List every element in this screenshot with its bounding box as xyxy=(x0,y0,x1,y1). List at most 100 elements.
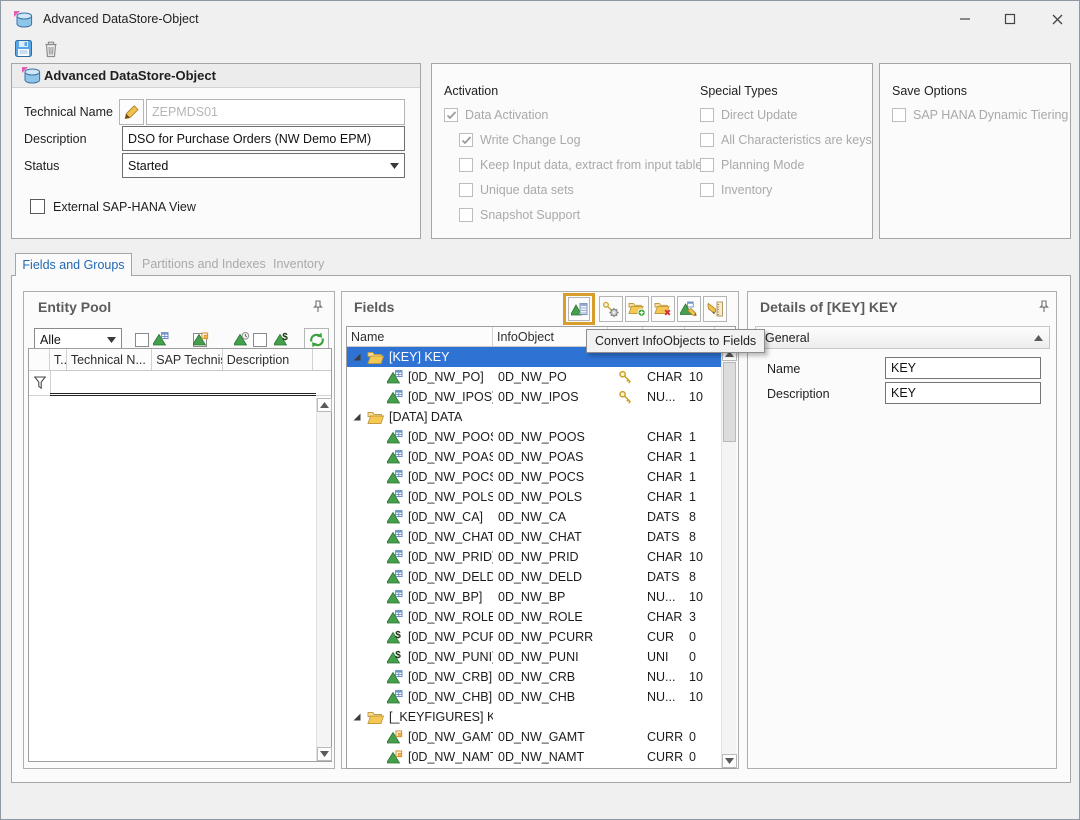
infoobject-cell: 0D_NW_CHAT xyxy=(493,527,608,547)
key-cell xyxy=(608,647,643,667)
infoobject-cell: 0D_NW_POAS xyxy=(493,447,608,467)
scrollbar-thumb[interactable] xyxy=(723,362,736,442)
filter-time-characteristics-checkbox[interactable] xyxy=(253,333,267,347)
svg-text:$: $ xyxy=(282,332,288,343)
length-cell xyxy=(685,767,715,768)
field-row[interactable]: [0D_NW_BP]0D_NW_BPNU...10 xyxy=(347,587,721,607)
fields-panel-title: Fields xyxy=(354,299,394,315)
scroll-down-button[interactable] xyxy=(722,754,737,768)
length-cell xyxy=(685,407,715,427)
entity-scrollbar[interactable] xyxy=(316,398,331,761)
detail-name-input[interactable] xyxy=(885,357,1041,379)
checkbox-label: Data Activation xyxy=(465,108,548,122)
field-row[interactable]: [0D_NW_CHAT]0D_NW_CHATDATS8 xyxy=(347,527,721,547)
refresh-icon xyxy=(308,332,326,348)
expander-icon[interactable] xyxy=(352,712,362,722)
description-input[interactable] xyxy=(122,126,405,151)
filter-characteristics-checkbox[interactable] xyxy=(135,333,149,347)
edit-field-button[interactable] xyxy=(703,296,727,322)
scroll-up-button[interactable] xyxy=(317,398,332,412)
field-row[interactable]: [0D_NW_NAMT]0D_NW_NAMTCURR0 xyxy=(347,747,721,767)
field-row[interactable] xyxy=(347,767,721,768)
edit-technical-name-button[interactable] xyxy=(119,99,144,125)
field-name: [0D_NW_PUNI] xyxy=(408,650,493,664)
infoobject-cell: 0D_NW_IPOS xyxy=(493,387,608,407)
field-row[interactable]: [0D_NW_POLS]0D_NW_POLSCHAR1 xyxy=(347,487,721,507)
datatype-cell: CUR xyxy=(643,627,685,647)
maximize-button[interactable] xyxy=(990,1,1030,37)
length-cell: 10 xyxy=(685,547,715,567)
field-row[interactable]: [0D_NW_ROLE]0D_NW_ROLECHAR3 xyxy=(347,607,721,627)
detail-description-input[interactable] xyxy=(885,382,1041,404)
field-name: [0D_NW_PO] xyxy=(408,370,484,384)
entity-col-description: Description xyxy=(223,349,313,370)
edit-ruler-icon xyxy=(707,301,724,317)
minimize-button[interactable] xyxy=(945,1,985,37)
checkbox-label: Unique data sets xyxy=(480,183,574,197)
field-row[interactable]: [0D_NW_DELD]0D_NW_DELDDATS8 xyxy=(347,567,721,587)
length-cell: 10 xyxy=(685,587,715,607)
infoobject-cell: 0D_NW_GAMT xyxy=(493,727,608,747)
key-cell xyxy=(608,627,643,647)
datatype-cell xyxy=(643,707,685,727)
key-figure-icon xyxy=(387,749,403,765)
edit-infoobject-button[interactable] xyxy=(677,296,701,322)
entity-col-end xyxy=(313,349,331,370)
tab-partitions-and-indexes[interactable]: Partitions and Indexes xyxy=(142,257,266,271)
delete-button[interactable] xyxy=(43,40,59,58)
key-settings-button[interactable] xyxy=(599,296,623,322)
pin-icon[interactable] xyxy=(312,300,324,313)
field-row[interactable]: $[0D_NW_PUNI]0D_NW_PUNIUNI0 xyxy=(347,647,721,667)
datatype-cell: NU... xyxy=(643,667,685,687)
special-types-options: Direct UpdateAll Characteristics are key… xyxy=(700,102,872,202)
tab-fields-and-groups[interactable]: Fields and Groups xyxy=(15,253,132,276)
pin-icon[interactable] xyxy=(1038,300,1050,313)
fields-scrollbar[interactable] xyxy=(721,347,736,768)
checkbox-label: Write Change Log xyxy=(480,133,581,147)
tab-inventory[interactable]: Inventory xyxy=(273,257,324,271)
fields-table: Name InfoObject [KEY] KEY[0D_NW_PO]0D_NW… xyxy=(346,326,736,769)
field-row[interactable]: [0D_NW_POAS]0D_NW_POASCHAR1 xyxy=(347,447,721,467)
characteristic-icon xyxy=(387,569,403,585)
field-row[interactable]: [0D_NW_CRB]0D_NW_CRBNU...10 xyxy=(347,667,721,687)
checkbox-option: Inventory xyxy=(700,177,872,202)
checkbox-option: All Characteristics are keys xyxy=(700,127,872,152)
save-options-group: Save Options SAP HANA Dynamic Tiering xyxy=(879,63,1071,239)
datatype-cell: NU... xyxy=(643,687,685,707)
window-title: Advanced DataStore-Object xyxy=(43,12,199,26)
field-row[interactable]: [0D_NW_GAMT]0D_NW_GAMTCURR0 xyxy=(347,727,721,747)
field-row[interactable]: [0D_NW_CHB]0D_NW_CHBNU...10 xyxy=(347,687,721,707)
field-row[interactable]: $[0D_NW_PCURR]0D_NW_PCURRCUR0 xyxy=(347,627,721,647)
unchecked-checkbox xyxy=(700,133,714,147)
field-row[interactable]: [0D_NW_PO]0D_NW_POCHAR10 xyxy=(347,367,721,387)
remove-group-button[interactable] xyxy=(651,296,675,322)
expander-icon[interactable] xyxy=(352,412,362,422)
group-row[interactable]: [_KEYFIGURES] Key... xyxy=(347,707,721,727)
field-row[interactable]: [0D_NW_POCS]0D_NW_POCSCHAR1 xyxy=(347,467,721,487)
highlight-border xyxy=(563,293,595,325)
infoobject-cell: 0D_NW_POLS xyxy=(493,487,608,507)
group-row[interactable]: [DATA] DATA xyxy=(347,407,721,427)
close-icon xyxy=(1051,13,1064,26)
add-group-button[interactable] xyxy=(625,296,649,322)
external-hana-view-checkbox[interactable] xyxy=(30,199,45,214)
status-dropdown[interactable]: Started xyxy=(122,153,405,178)
close-button[interactable] xyxy=(1037,1,1077,37)
general-section-header[interactable]: General xyxy=(755,326,1050,349)
details-panel: Details of [KEY] KEY General Name Descri… xyxy=(747,291,1057,769)
title-bar: Advanced DataStore-Object xyxy=(1,1,1080,37)
status-value: Started xyxy=(128,159,168,173)
field-row[interactable]: [0D_NW_CA]0D_NW_CADATS8 xyxy=(347,507,721,527)
key-icon xyxy=(618,370,633,385)
field-row[interactable]: [0D_NW_IPOS]0D_NW_IPOSNU...10 xyxy=(347,387,721,407)
field-row[interactable]: [0D_NW_POOS]0D_NW_POOSCHAR1 xyxy=(347,427,721,447)
field-name: [0D_NW_NAMT] xyxy=(408,750,493,764)
field-row[interactable]: [0D_NW_PRID]0D_NW_PRIDCHAR10 xyxy=(347,547,721,567)
scroll-down-button[interactable] xyxy=(317,747,332,761)
field-name: [0D_NW_GAMT] xyxy=(408,730,493,744)
datatype-cell: CHAR xyxy=(643,607,685,627)
scroll-down-icon xyxy=(725,758,734,764)
expander-icon[interactable] xyxy=(352,352,362,362)
save-button[interactable] xyxy=(15,40,32,57)
svg-text:$: $ xyxy=(395,630,401,641)
